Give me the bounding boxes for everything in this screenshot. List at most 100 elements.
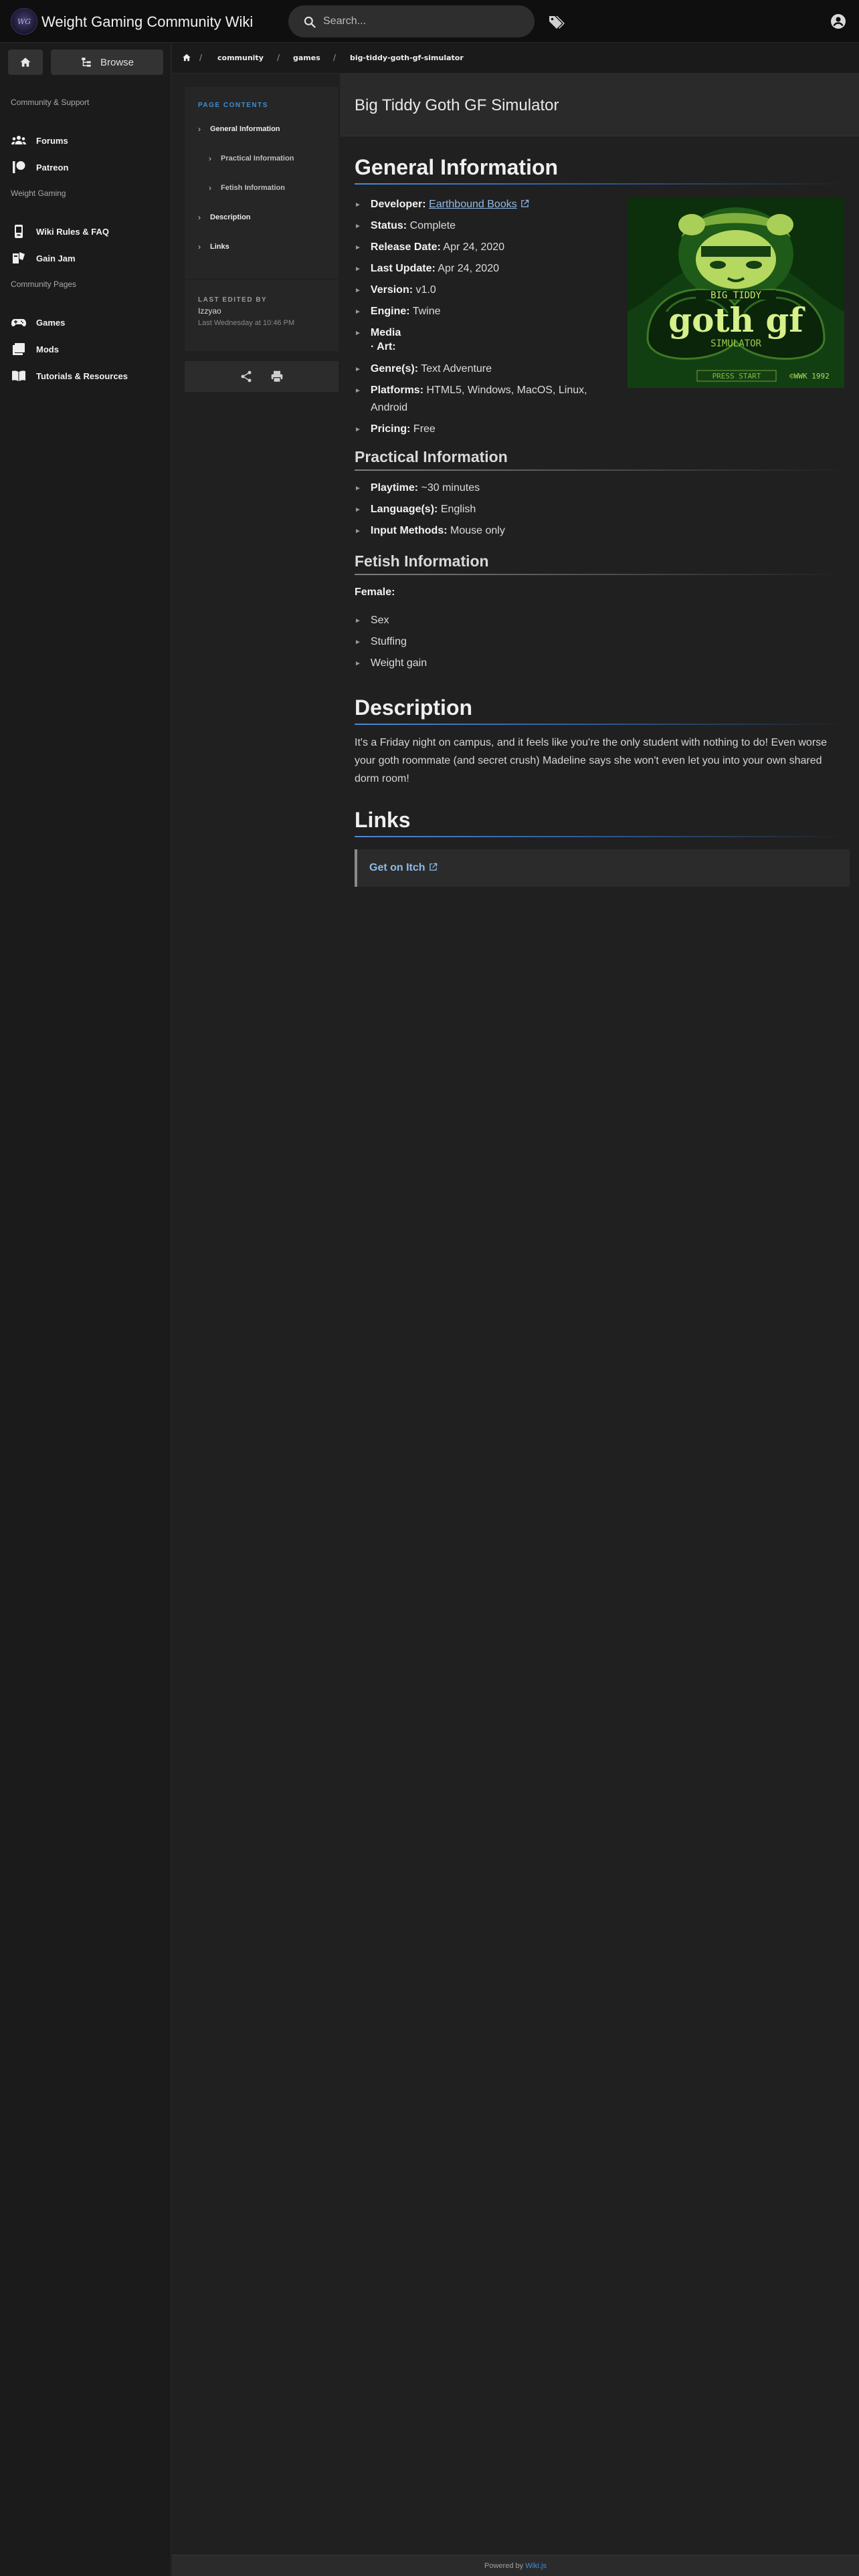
tags-icon[interactable]: [547, 13, 565, 31]
last-edited-user[interactable]: Izzyao: [198, 306, 221, 316]
label: Developer:: [370, 199, 426, 210]
bullet-icon: ►: [355, 617, 361, 625]
game-cover-image: BIG TIDDY goth gf SIMULATOR PRESS START …: [628, 198, 844, 388]
label: Engine:: [370, 306, 410, 317]
heading-practical-information: Practical Information: [355, 448, 508, 465]
cover-title-line2: goth gf: [668, 300, 805, 340]
nav-label-mods: Mods: [36, 344, 59, 354]
footer: Powered by Wiki.js: [172, 2555, 859, 2576]
share-icon[interactable]: [240, 370, 253, 383]
nav-heading-community-pages: Community Pages: [11, 280, 77, 289]
bullet-icon: ►: [355, 387, 361, 395]
label: Playtime:: [370, 482, 419, 494]
breadcrumb-community[interactable]: community: [217, 53, 264, 62]
bullet-icon: ►: [355, 287, 361, 294]
nav-label-forums: Forums: [36, 135, 68, 146]
forums-icon: [11, 136, 26, 144]
value: Stuffing: [370, 636, 407, 647]
cover-press-start: PRESS START: [712, 372, 761, 381]
toc-item-links[interactable]: › Links: [198, 242, 229, 251]
breadcrumb-home-icon[interactable]: [182, 53, 191, 62]
fetish-item: ► Weight gain: [355, 654, 427, 673]
info-platforms: ► Platforms: HTML5, Windows, MacOS, Linux…: [355, 381, 587, 401]
developer-link[interactable]: Earthbound Books: [429, 199, 517, 210]
info-version: ► Version: v1.0: [355, 281, 436, 300]
last-edited-panel: LAST EDITED BY Izzyao Last Wednesday at …: [185, 279, 339, 351]
bullet-icon: ►: [355, 660, 361, 667]
label: Media: [370, 327, 401, 338]
value: Text Adventure: [421, 363, 492, 374]
sitemap-icon: [82, 58, 91, 67]
page-tools: [185, 361, 339, 392]
toc-item-practical-information[interactable]: › Practical Information: [209, 154, 294, 163]
label: Status:: [370, 220, 407, 231]
breadcrumb-separator: /: [333, 53, 337, 62]
toc-label: Links: [210, 243, 229, 251]
toc-label: Practical Information: [221, 154, 294, 163]
info-playtime: ► Playtime: ~30 minutes: [355, 479, 480, 498]
chevron-right-icon: ›: [198, 242, 201, 251]
value: v1.0: [415, 284, 436, 296]
itch-link[interactable]: Get on Itch: [369, 862, 438, 874]
site-logo[interactable]: WG: [11, 8, 37, 35]
info-art: · Art:: [371, 338, 396, 356]
nav-item-gain-jam[interactable]: Gain Jam: [11, 250, 76, 266]
breadcrumb-games[interactable]: games: [293, 53, 320, 62]
nav-heading-community: Community & Support: [11, 98, 90, 107]
last-edited-label: LAST EDITED BY: [198, 296, 268, 304]
info-last-update: ► Last Update: Apr 24, 2020: [355, 259, 499, 279]
value: Apr 24, 2020: [443, 241, 505, 253]
logo-text: WG: [17, 17, 31, 26]
account-icon[interactable]: [830, 13, 846, 29]
nav-label-gain-jam: Gain Jam: [36, 253, 76, 263]
heading-underline: [355, 836, 847, 837]
search-bar[interactable]: [288, 5, 535, 37]
nav-item-games[interactable]: Games: [11, 314, 65, 330]
breadcrumb-current-page[interactable]: big-tiddy-goth-gf-simulator: [350, 53, 464, 62]
bullet-icon: ►: [355, 528, 361, 535]
nav-heading-weight-gaming: Weight Gaming: [11, 189, 66, 198]
value: English: [440, 504, 476, 515]
value: Weight gain: [370, 657, 427, 669]
info-platforms-cont: Android: [371, 402, 408, 413]
bullet-icon: ►: [355, 244, 361, 251]
toc-item-general-information[interactable]: › General Information: [198, 124, 280, 134]
label: Input Methods:: [370, 525, 448, 536]
toc-item-description[interactable]: › Description: [198, 213, 251, 222]
footer-text: Powered by: [484, 2562, 524, 2570]
info-engine: ► Engine: Twine: [355, 302, 441, 322]
nav-label-wiki-rules: Wiki Rules & FAQ: [36, 226, 109, 237]
bullet-icon: ►: [355, 223, 361, 230]
toc-item-fetish-information[interactable]: › Fetish Information: [209, 183, 285, 193]
nav-item-wiki-rules[interactable]: Wiki Rules & FAQ: [11, 223, 109, 239]
info-pricing: ► Pricing: Free: [355, 420, 436, 439]
nav-label-patreon: Patreon: [36, 162, 69, 173]
nav-item-forums[interactable]: Forums: [11, 132, 68, 148]
search-input[interactable]: [323, 5, 524, 37]
value: Apr 24, 2020: [438, 263, 499, 274]
bullet-icon: ►: [355, 308, 361, 316]
label: Version:: [370, 284, 413, 296]
heading-underline: [355, 724, 847, 725]
site-title[interactable]: Weight Gaming Community Wiki: [41, 13, 253, 31]
value: HTML5, Windows, MacOS, Linux,: [426, 385, 587, 396]
links-callout: Get on Itch: [355, 849, 850, 887]
value: Complete: [409, 220, 456, 231]
heading-general-information: General Information: [355, 155, 559, 179]
nav-item-patreon[interactable]: Patreon: [11, 159, 68, 175]
browse-button[interactable]: Browse: [51, 49, 163, 75]
heading-links: Links: [355, 808, 411, 832]
footer-wikijs-link[interactable]: Wiki.js: [525, 2562, 547, 2570]
info-genre: ► Genre(s): Text Adventure: [355, 360, 492, 379]
print-icon[interactable]: [270, 370, 284, 383]
breadcrumb: / community / games / big-tiddy-goth-gf-…: [172, 43, 859, 74]
nav-item-tutorials[interactable]: Tutorials & Resources: [11, 368, 128, 384]
cover-copyright: ©WWK 1992: [789, 372, 830, 381]
home-icon: [20, 58, 31, 67]
value: Sex: [370, 615, 389, 626]
nav-item-mods[interactable]: Mods: [11, 341, 59, 357]
external-link-icon: [520, 199, 529, 207]
left-navigation: Browse Community & Support Forums Patreo…: [0, 43, 171, 2576]
home-button[interactable]: [8, 49, 43, 75]
cover-title-line1: BIG TIDDY: [710, 290, 761, 301]
